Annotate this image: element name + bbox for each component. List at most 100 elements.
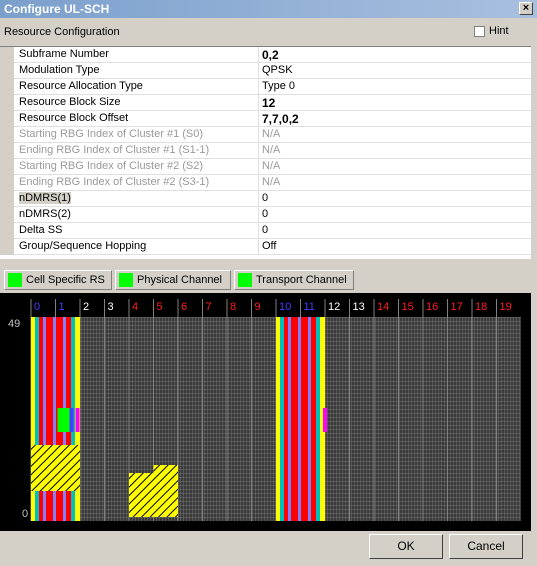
legend-physical-channel[interactable]: Physical Channel <box>115 270 231 290</box>
property-row[interactable]: Ending RBG Index of Cluster #2 (S3-1) N/A <box>0 175 531 191</box>
subframe-label: 3 <box>108 301 114 313</box>
property-row[interactable]: Group/Sequence Hopping Off <box>0 239 531 255</box>
property-row[interactable]: Resource Block Offset 7,7,0,2 <box>0 111 531 127</box>
edge-band <box>280 317 284 521</box>
property-row[interactable]: Delta SS 0 <box>0 223 531 239</box>
column-separator <box>258 95 259 111</box>
property-value[interactable]: N/A <box>262 176 280 188</box>
subframe-label: 8 <box>230 301 236 313</box>
title-bar: Configure UL-SCH × <box>0 0 537 18</box>
property-label: Group/Sequence Hopping <box>19 240 147 252</box>
subframe-label: 18 <box>475 301 487 313</box>
property-value[interactable]: 0 <box>262 192 268 204</box>
hint-label: Hint <box>489 25 509 37</box>
property-value[interactable]: 0,2 <box>262 48 279 62</box>
property-label: Resource Block Offset <box>19 112 129 124</box>
close-button[interactable]: × <box>519 2 533 15</box>
dmrs-block <box>69 408 74 432</box>
property-value[interactable]: 12 <box>262 96 275 110</box>
property-value[interactable]: 0 <box>262 224 268 236</box>
edge-band <box>316 317 320 521</box>
property-label: nDMRS(1) <box>19 192 71 204</box>
ok-button[interactable]: OK <box>369 534 443 559</box>
property-label: Ending RBG Index of Cluster #2 (S3-1) <box>19 176 210 188</box>
subframe-label: 15 <box>402 301 414 313</box>
property-label: Resource Allocation Type <box>19 80 143 92</box>
column-separator <box>258 63 259 79</box>
subframe-label: 7 <box>206 301 212 313</box>
subframe-label: 11 <box>304 301 315 313</box>
row-gutter <box>0 143 14 159</box>
property-row[interactable]: Resource Block Size 12 <box>0 95 531 111</box>
property-label: Starting RBG Index of Cluster #2 (S2) <box>19 160 204 172</box>
subframe-label: 6 <box>181 301 187 313</box>
subframe-label: 13 <box>353 301 365 313</box>
property-label: Delta SS <box>19 224 63 236</box>
property-value[interactable]: N/A <box>262 128 280 140</box>
resource-grid-chart: 0 1 2 3 4 5 6 7 8 9 10 11 12 13 14 15 16 17 18 19 49 0 <box>0 293 531 531</box>
pusch-allocation <box>153 465 178 517</box>
row-gutter <box>0 63 14 79</box>
column-separator <box>258 79 259 95</box>
section-header: Resource Configuration Hint <box>0 20 531 44</box>
dmrs-column <box>308 317 311 521</box>
window-title: Configure UL-SCH <box>4 2 110 16</box>
dmrs-block <box>75 408 80 432</box>
subframe-label: 10 <box>279 301 291 313</box>
property-label: Subframe Number <box>19 48 109 60</box>
legend-swatch <box>119 273 133 287</box>
dmrs-column <box>298 317 301 521</box>
row-gutter <box>0 191 14 207</box>
property-row[interactable]: Starting RBG Index of Cluster #2 (S2) N/A <box>0 159 531 175</box>
cancel-button[interactable]: Cancel <box>449 534 523 559</box>
property-label: Resource Block Size <box>19 96 121 108</box>
legend-transport-channel[interactable]: Transport Channel <box>234 270 354 290</box>
subframe-label: 9 <box>255 301 261 313</box>
section-title: Resource Configuration <box>4 26 120 38</box>
legend-label: Cell Specific RS <box>26 274 105 286</box>
property-value[interactable]: 0 <box>262 208 268 220</box>
legend-swatch <box>238 273 252 287</box>
row-gutter <box>0 239 14 255</box>
property-row[interactable]: Modulation Type QPSK <box>0 63 531 79</box>
property-row[interactable]: nDMRS(1) 0 <box>0 191 531 207</box>
row-gutter <box>0 111 14 127</box>
dmrs-block <box>323 408 327 432</box>
property-label: nDMRS(2) <box>19 208 71 220</box>
row-gutter <box>0 207 14 223</box>
close-icon: × <box>522 2 530 14</box>
pusch-allocation <box>31 445 80 491</box>
checkbox-icon[interactable] <box>474 25 485 37</box>
row-gutter <box>0 95 14 111</box>
hint-checkbox[interactable]: Hint <box>474 25 509 37</box>
property-label: Modulation Type <box>19 64 100 76</box>
y-axis-bottom-label: 0 <box>22 508 28 520</box>
subframe-label: 4 <box>132 301 138 313</box>
property-value[interactable]: 7,7,0,2 <box>262 112 299 126</box>
property-value[interactable]: QPSK <box>262 64 293 76</box>
legend-swatch <box>8 273 22 287</box>
legend-cell-specific-rs[interactable]: Cell Specific RS <box>4 270 112 290</box>
subframe-label: 19 <box>500 301 512 313</box>
column-separator <box>258 239 259 255</box>
subframe-label: 0 <box>34 301 40 313</box>
property-value[interactable]: N/A <box>262 160 280 172</box>
column-separator <box>258 175 259 191</box>
vertical-scrollbar[interactable] <box>531 20 537 531</box>
property-row[interactable]: Ending RBG Index of Cluster #1 (S1-1) N/A <box>0 143 531 159</box>
property-row[interactable]: Subframe Number 0,2 <box>0 47 531 63</box>
property-label: Ending RBG Index of Cluster #1 (S1-1) <box>19 144 210 156</box>
column-separator <box>258 191 259 207</box>
property-value[interactable]: N/A <box>262 144 280 156</box>
property-value[interactable]: Type 0 <box>262 80 295 92</box>
subframe-label: 17 <box>451 301 463 313</box>
property-value[interactable]: Off <box>262 240 276 252</box>
edge-band <box>276 317 280 521</box>
property-label: Starting RBG Index of Cluster #1 (S0) <box>19 128 204 140</box>
subframe-label: 5 <box>157 301 163 313</box>
legend-label: Physical Channel <box>137 274 222 286</box>
property-row[interactable]: Starting RBG Index of Cluster #1 (S0) N/A <box>0 127 531 143</box>
property-grid: Subframe Number 0,2 Modulation Type QPSK Res… <box>0 46 531 259</box>
property-row[interactable]: Resource Allocation Type Type 0 <box>0 79 531 95</box>
property-row[interactable]: nDMRS(2) 0 <box>0 207 531 223</box>
